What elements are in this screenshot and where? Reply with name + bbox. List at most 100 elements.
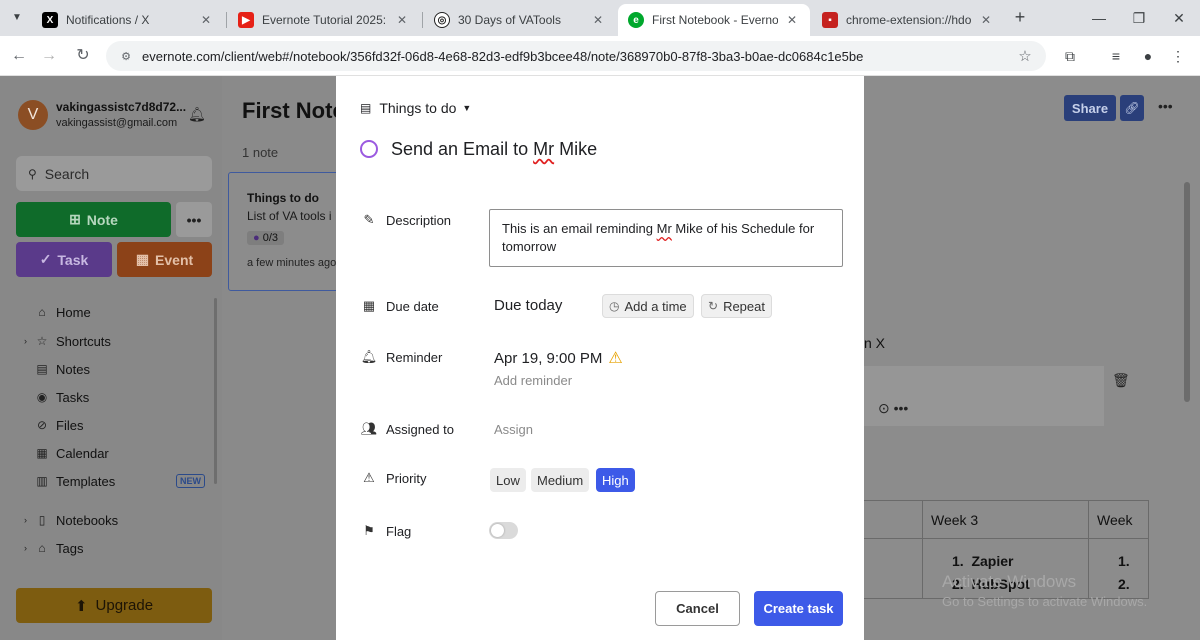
tab-first-notebook-evernote[interactable]: e First Notebook - Evernote ✕ <box>618 4 810 36</box>
close-tab-icon[interactable]: ✕ <box>590 13 606 27</box>
extensions-puzzle-icon[interactable]: ⧉ <box>1060 46 1080 66</box>
back-icon[interactable]: ← <box>8 45 30 67</box>
description-label: ✎ Description <box>360 212 451 228</box>
new-event-button[interactable]: ▦ Event <box>117 242 212 277</box>
tab-evernote-tutorial[interactable]: ▶ Evernote Tutorial 2025: How ✕ <box>228 4 420 36</box>
assign-input[interactable]: Assign <box>494 422 533 437</box>
media-control-icon[interactable]: ≡ <box>1106 46 1126 66</box>
evernote-icon: e <box>628 12 644 28</box>
note-list: First Note 1 note Things to do List of V… <box>222 76 358 640</box>
close-tab-icon[interactable]: ✕ <box>198 13 214 27</box>
close-window-icon[interactable]: ✕ <box>1164 8 1194 28</box>
share-button[interactable]: Share <box>1064 95 1116 121</box>
new-note-button[interactable]: ⊞ Note <box>16 202 171 237</box>
reminder-value[interactable]: Apr 19, 9:00 PM ⚠ <box>494 348 623 368</box>
home-icon: ⌂ <box>38 305 46 319</box>
tab-search-chevron-icon[interactable]: ▼ <box>6 6 28 28</box>
editor-scrollbar[interactable] <box>1184 182 1190 402</box>
add-reminder-link[interactable]: Add reminder <box>494 373 572 388</box>
warning-icon: ⚠ <box>608 350 623 367</box>
activate-windows-subtitle: Go to Settings to activate Windows. <box>942 594 1148 609</box>
upgrade-button[interactable]: ⬆ Upgrade <box>16 588 212 623</box>
reload-icon[interactable]: ↻ <box>72 45 94 67</box>
minimize-icon[interactable]: — <box>1084 8 1114 28</box>
priority-high-button[interactable]: High <box>596 468 635 492</box>
due-date-picker[interactable]: Due today <box>494 297 562 314</box>
more-create-options-button[interactable]: ••• <box>176 202 212 237</box>
expand-caret-icon[interactable]: › <box>24 515 27 525</box>
sidebar-item-label: Calendar <box>56 445 109 461</box>
task-complete-checkbox[interactable] <box>360 140 378 158</box>
sidebar-item-label: Notes <box>56 361 90 377</box>
table-header-week4: Week <box>1088 500 1149 539</box>
tab-title: 30 Days of VATools <box>458 13 561 27</box>
forward-icon[interactable]: → <box>38 45 60 67</box>
description-text: This is an email reminding <box>502 221 657 236</box>
table-header-week3: Week 3 <box>922 500 1089 539</box>
copy-link-icon[interactable]: 🔗︎ <box>1120 95 1144 121</box>
expand-caret-icon[interactable]: › <box>24 336 27 346</box>
label-text: Description <box>386 212 452 228</box>
expand-caret-icon[interactable]: › <box>24 543 27 553</box>
bookmark-star-icon[interactable]: ☆ <box>1014 47 1036 65</box>
sidebar-item-notes[interactable]: ▤ Notes <box>34 359 90 379</box>
label-text: Flag <box>386 523 412 539</box>
templates-icon: ▥ <box>36 474 48 488</box>
new-task-button[interactable]: ✓ Task <box>16 242 112 277</box>
notebook-selector[interactable]: ▤ Things to do ▼ <box>360 100 471 116</box>
sidebar-scrollbar[interactable] <box>214 298 217 484</box>
site-info-icon[interactable]: ⚙ <box>118 48 134 64</box>
sidebar-item-notebooks[interactable]: ▯ Notebooks <box>34 510 118 530</box>
label-text: Due date <box>386 298 439 314</box>
address-bar[interactable]: ⚙ evernote.com/client/web#/notebook/356f… <box>106 41 1046 71</box>
spellcheck-word: Mr <box>533 139 555 159</box>
repeat-button[interactable]: ↻ Repeat <box>701 294 772 318</box>
description-textarea[interactable]: This is an email reminding Mr Mike of hi… <box>489 209 843 267</box>
create-task-button[interactable]: Create task <box>754 591 843 626</box>
sidebar-item-shortcuts[interactable]: ☆ Shortcuts <box>34 331 111 351</box>
label-text: Reminder <box>386 349 443 365</box>
profile-icon[interactable]: ● <box>1138 46 1158 66</box>
list-number: 1. <box>1118 553 1130 569</box>
restore-icon[interactable]: ❐ <box>1124 8 1154 28</box>
priority-medium-button[interactable]: Medium <box>531 468 590 492</box>
url-text[interactable]: evernote.com/client/web#/notebook/356fd3… <box>142 49 1014 64</box>
trash-icon[interactable]: 🗑︎ <box>1112 372 1130 389</box>
search-input[interactable]: ⚲ Search <box>16 156 212 191</box>
calendar-icon: ▦ <box>36 446 48 460</box>
sidebar-item-files[interactable]: ⊘ Files <box>34 415 83 435</box>
sidebar-item-templates[interactable]: ▥ Templates <box>34 471 115 491</box>
tab-notifications-x[interactable]: X Notifications / X ✕ <box>32 4 224 36</box>
close-tab-icon[interactable]: ✕ <box>784 13 800 27</box>
activate-windows-title: Activate Windows <box>942 572 1077 591</box>
flag-toggle[interactable] <box>489 522 518 539</box>
new-tab-icon[interactable]: + <box>1010 8 1030 28</box>
upgrade-label: Upgrade <box>95 597 154 614</box>
assign-user-icon[interactable]: ⊙ ••• <box>878 400 908 417</box>
tab-chrome-extension[interactable]: ▪ chrome-extension://hdokiej ✕ <box>812 4 1004 36</box>
extension-icon: ▪ <box>822 12 838 28</box>
browser-menu-icon[interactable]: ⋮ <box>1168 46 1188 66</box>
notifications-bell-icon[interactable]: 🔔︎ <box>188 106 206 123</box>
task-title-input[interactable]: Send an Email to Mr Mike <box>391 139 597 160</box>
notebook-title: First Note <box>242 98 345 123</box>
sidebar-item-tags[interactable]: ⌂ Tags <box>34 538 83 558</box>
reminder-datetime: Apr 19, 9:00 PM <box>494 349 603 367</box>
note-plus-icon: ⊞ <box>69 211 81 227</box>
close-tab-icon[interactable]: ✕ <box>978 13 994 27</box>
sidebar-item-tasks[interactable]: ◉ Tasks <box>34 387 89 407</box>
event-calendar-icon: ▦ <box>135 251 150 267</box>
tab-separator <box>422 12 423 28</box>
add-time-label: Add a time <box>624 298 687 314</box>
priority-low-button[interactable]: Low <box>490 468 526 492</box>
account-name[interactable]: vakingassistc7d8d72... <box>56 100 186 114</box>
add-time-button[interactable]: ◷ Add a time <box>602 294 694 318</box>
more-options-icon[interactable]: ••• <box>1158 98 1173 114</box>
close-tab-icon[interactable]: ✕ <box>394 13 410 27</box>
tab-30-days-vatools[interactable]: ◎ 30 Days of VATools ✕ <box>424 4 616 36</box>
sidebar-item-home[interactable]: ⌂ Home <box>34 302 90 322</box>
avatar[interactable]: V <box>18 100 48 130</box>
cancel-button[interactable]: Cancel <box>655 591 740 626</box>
note-count: 1 note <box>242 145 279 160</box>
sidebar-item-calendar[interactable]: ▦ Calendar <box>34 443 109 463</box>
